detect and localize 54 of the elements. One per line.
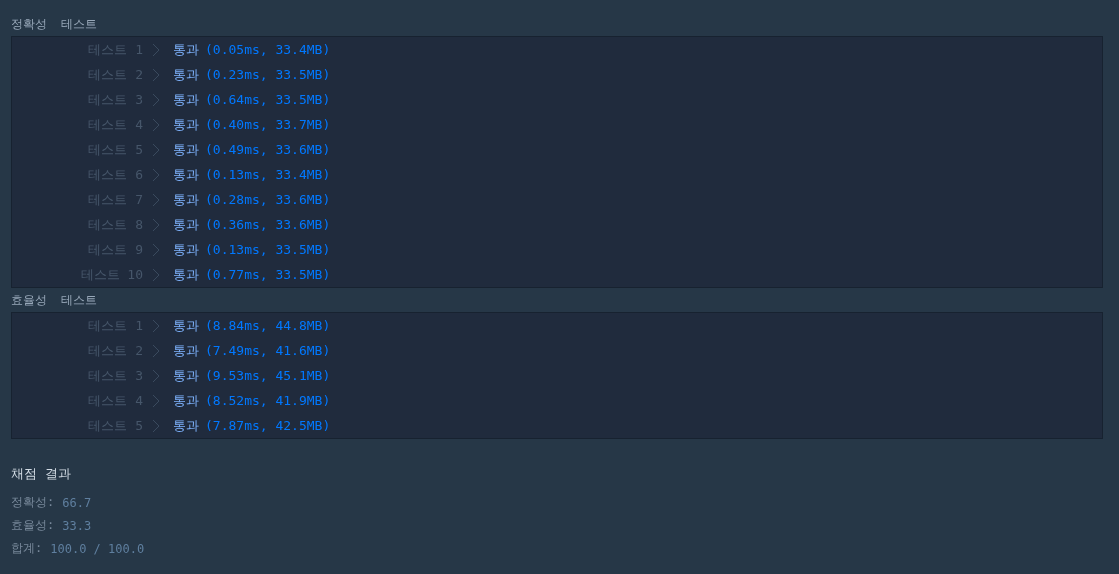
test-metrics: (7.49ms, 41.6MB) bbox=[205, 343, 331, 358]
chevron-icon bbox=[151, 142, 161, 157]
test-metrics: (0.64ms, 33.5MB) bbox=[205, 92, 331, 107]
score-label: 효율성: bbox=[11, 517, 55, 534]
pass-status: 통과 bbox=[173, 90, 199, 109]
chevron-icon bbox=[151, 217, 161, 232]
score-label: 정확성: bbox=[11, 494, 55, 511]
pass-status: 통과 bbox=[173, 140, 199, 159]
test-metrics: (0.40ms, 33.7MB) bbox=[205, 117, 331, 132]
test-metrics: (0.77ms, 33.5MB) bbox=[205, 267, 331, 282]
test-metrics: (0.49ms, 33.6MB) bbox=[205, 142, 331, 157]
chevron-icon bbox=[151, 167, 161, 182]
chevron-icon bbox=[151, 343, 161, 358]
test-metrics: (9.53ms, 45.1MB) bbox=[205, 368, 331, 383]
score-value: 33.3 bbox=[62, 518, 92, 533]
test-metrics: (0.36ms, 33.6MB) bbox=[205, 217, 331, 232]
pass-status: 통과 bbox=[173, 190, 199, 209]
result-heading: 채점 결과 bbox=[11, 465, 72, 483]
test-metrics: (8.84ms, 44.8MB) bbox=[205, 318, 331, 333]
pass-status: 통과 bbox=[173, 341, 199, 360]
chevron-icon bbox=[151, 92, 161, 107]
pass-status: 통과 bbox=[173, 240, 199, 259]
section-heading: 정확성 테스트 bbox=[11, 16, 99, 33]
pass-status: 통과 bbox=[173, 265, 199, 284]
pass-status: 통과 bbox=[173, 165, 199, 184]
score-value: 66.7 bbox=[62, 495, 92, 510]
pass-status: 통과 bbox=[173, 416, 199, 435]
pass-status: 통과 bbox=[173, 65, 199, 84]
pass-status: 통과 bbox=[173, 391, 199, 410]
test-metrics: (7.87ms, 42.5MB) bbox=[205, 418, 331, 433]
pass-status: 통과 bbox=[173, 366, 199, 385]
pass-status: 통과 bbox=[173, 115, 199, 134]
test-metrics: (0.13ms, 33.5MB) bbox=[205, 242, 331, 257]
score-label: 합계: bbox=[11, 540, 43, 557]
test-metrics: (8.52ms, 41.9MB) bbox=[205, 393, 331, 408]
chevron-icon bbox=[151, 42, 161, 57]
test-metrics: (0.23ms, 33.5MB) bbox=[205, 67, 331, 82]
chevron-icon bbox=[151, 418, 161, 433]
chevron-icon bbox=[151, 318, 161, 333]
pass-status: 통과 bbox=[173, 215, 199, 234]
chevron-icon bbox=[151, 192, 161, 207]
test-metrics: (0.13ms, 33.4MB) bbox=[205, 167, 331, 182]
score-value: 100.0 / 100.0 bbox=[50, 541, 145, 556]
pass-status: 통과 bbox=[173, 316, 199, 335]
chevron-icon bbox=[151, 242, 161, 257]
chevron-icon bbox=[151, 67, 161, 82]
chevron-icon bbox=[151, 267, 161, 282]
chevron-icon bbox=[151, 117, 161, 132]
section-heading: 효율성 테스트 bbox=[11, 292, 99, 309]
pass-status: 통과 bbox=[173, 40, 199, 59]
chevron-icon bbox=[151, 393, 161, 408]
test-metrics: (0.05ms, 33.4MB) bbox=[205, 42, 331, 57]
test-metrics: (0.28ms, 33.6MB) bbox=[205, 192, 331, 207]
chevron-icon bbox=[151, 368, 161, 383]
